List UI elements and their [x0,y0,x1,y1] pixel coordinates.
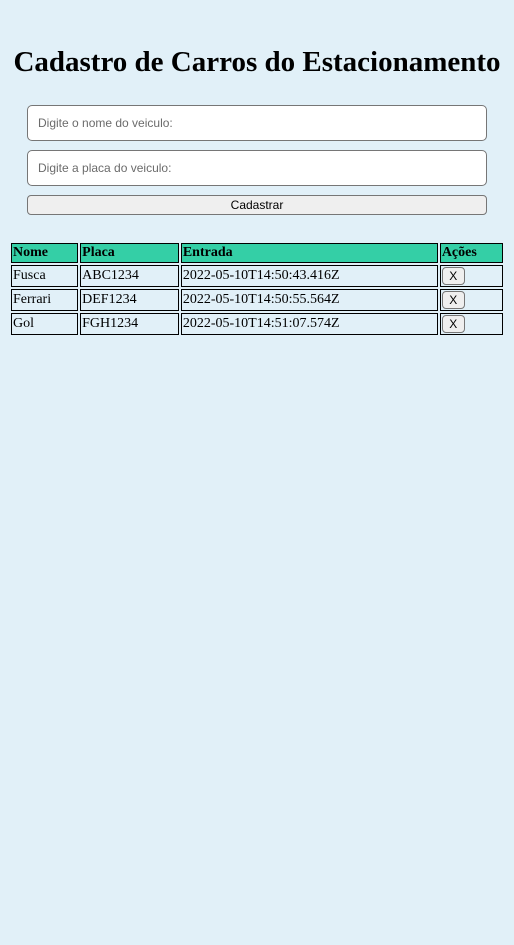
column-header-placa: Placa [80,243,179,263]
cell-nome: Ferrari [11,289,79,311]
car-form: Cadastrar [27,105,487,215]
register-button[interactable]: Cadastrar [27,195,487,215]
vehicle-name-input[interactable] [27,105,487,141]
cell-placa: ABC1234 [80,265,179,287]
page: Cadastro de Carros do Estacionamento Cad… [0,0,514,945]
cell-nome: Fusca [11,265,79,287]
column-header-nome: Nome [11,243,79,263]
cars-table: Nome Placa Entrada Ações Fusca ABC1234 2… [9,241,505,337]
column-header-entrada: Entrada [180,243,438,263]
cell-acoes: X [439,289,503,311]
column-header-acoes: Ações [439,243,503,263]
page-title: Cadastro de Carros do Estacionamento [13,46,501,78]
cell-entrada: 2022-05-10T14:50:43.416Z [180,265,438,287]
vehicle-plate-input[interactable] [27,150,487,186]
table-header-row: Nome Placa Entrada Ações [11,243,503,263]
cell-placa: FGH1234 [80,313,179,335]
remove-car-button[interactable]: X [441,266,465,285]
table-row: Ferrari DEF1234 2022-05-10T14:50:55.564Z… [11,289,503,311]
remove-car-button[interactable]: X [441,314,465,333]
cell-acoes: X [439,265,503,287]
remove-car-button[interactable]: X [441,290,465,309]
table-row: Gol FGH1234 2022-05-10T14:51:07.574Z X [11,313,503,335]
cell-nome: Gol [11,313,79,335]
table-row: Fusca ABC1234 2022-05-10T14:50:43.416Z X [11,265,503,287]
cell-acoes: X [439,313,503,335]
cell-entrada: 2022-05-10T14:50:55.564Z [180,289,438,311]
cell-placa: DEF1234 [80,289,179,311]
cell-entrada: 2022-05-10T14:51:07.574Z [180,313,438,335]
